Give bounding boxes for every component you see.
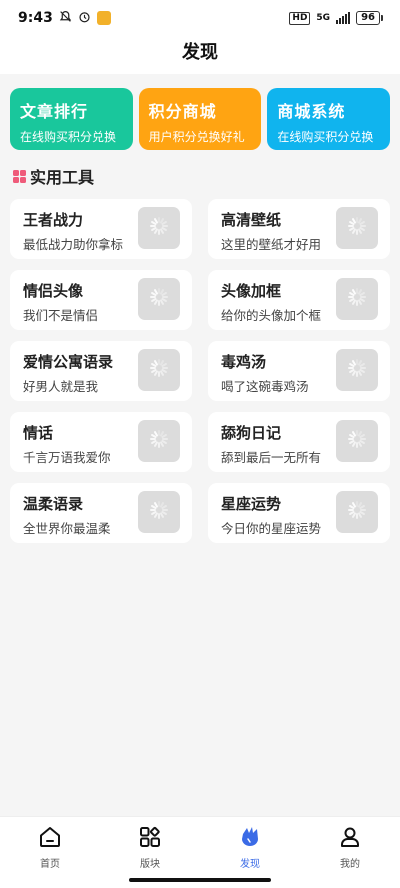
tool-thumbnail xyxy=(336,207,378,249)
tool-thumbnail xyxy=(336,491,378,533)
banner-title: 积分商城 xyxy=(148,102,217,121)
hd-badge: HD xyxy=(289,11,311,25)
tab-home[interactable]: 首页 xyxy=(0,817,100,888)
mute-bell-icon xyxy=(59,10,72,26)
tool-card[interactable]: 情侣头像 我们不是情侣 xyxy=(10,270,192,330)
banner-title: 商城系统 xyxy=(277,102,346,121)
tool-thumbnail xyxy=(138,420,180,462)
bottom-tab-bar: 首页 版块 发现 我的 xyxy=(0,816,400,888)
section-header: 实用工具 xyxy=(0,150,400,188)
tool-card[interactable]: 毒鸡汤 喝了这碗毒鸡汤 xyxy=(208,341,390,401)
tab-label: 我的 xyxy=(340,859,360,870)
tool-thumbnail xyxy=(336,349,378,391)
loading-spinner-icon xyxy=(148,499,170,525)
tab-label: 版块 xyxy=(140,859,160,870)
profile-icon xyxy=(338,825,362,853)
loading-spinner-icon xyxy=(148,215,170,241)
banner-subtitle: 在线购买积分兑换 xyxy=(20,130,117,144)
status-bar: 9:43 HD 5G 96 xyxy=(0,0,400,36)
tool-thumbnail xyxy=(138,349,180,391)
tool-thumbnail xyxy=(336,420,378,462)
loading-spinner-icon xyxy=(346,428,368,454)
signal-icon xyxy=(336,12,351,24)
home-icon xyxy=(38,825,62,853)
tool-card[interactable]: 舔狗日记 舔到最后一无所有 xyxy=(208,412,390,472)
tool-card[interactable]: 头像加框 给你的头像加个框 xyxy=(208,270,390,330)
section-title: 实用工具 xyxy=(30,168,95,187)
tool-card[interactable]: 王者战力 最低战力助你拿标 xyxy=(10,199,192,259)
banner-title: 文章排行 xyxy=(20,102,89,121)
tool-card[interactable]: 情话 千言万语我爱你 xyxy=(10,412,192,472)
banner-mall-system[interactable]: 商城系统 在线购买积分兑换 xyxy=(267,88,391,150)
loading-spinner-icon xyxy=(148,428,170,454)
tool-card[interactable]: 高清壁纸 这里的壁纸才好用 xyxy=(208,199,390,259)
tool-card[interactable]: 爱情公寓语录 好男人就是我 xyxy=(10,341,192,401)
banner-subtitle: 用户积分兑换好礼 xyxy=(148,130,245,144)
loading-spinner-icon xyxy=(346,499,368,525)
tool-thumbnail xyxy=(138,207,180,249)
loading-spinner-icon xyxy=(148,286,170,312)
discover-icon xyxy=(238,825,262,853)
tool-card[interactable]: 星座运势 今日你的星座运势 xyxy=(208,483,390,543)
tool-thumbnail xyxy=(138,278,180,320)
network-type: 5G xyxy=(316,12,331,23)
loading-spinner-icon xyxy=(148,357,170,383)
tab-profile[interactable]: 我的 xyxy=(300,817,400,888)
tab-label: 发现 xyxy=(240,859,260,870)
loading-spinner-icon xyxy=(346,215,368,241)
tool-thumbnail xyxy=(336,278,378,320)
loading-spinner-icon xyxy=(346,286,368,312)
blocks-icon xyxy=(138,825,162,853)
loading-spinner-icon xyxy=(346,357,368,383)
tools-grid: 王者战力 最低战力助你拿标 高清壁纸 这里的壁纸才好用 情侣头像 我们不是情侣 头像加框 给你… xyxy=(0,188,400,543)
status-time: 9:43 xyxy=(18,10,53,26)
banner-subtitle: 在线购买积分兑换 xyxy=(277,130,374,144)
tool-card[interactable]: 温柔语录 全世界你最温柔 xyxy=(10,483,192,543)
banner-points-mall[interactable]: 积分商城 用户积分兑换好礼 xyxy=(138,88,262,150)
battery-indicator: 96 xyxy=(356,11,383,25)
tab-label: 首页 xyxy=(40,859,60,870)
grid-icon xyxy=(13,169,26,183)
app-notification-icon xyxy=(96,11,111,25)
banner-article-ranking[interactable]: 文章排行 在线购买积分兑换 xyxy=(10,88,133,150)
home-indicator xyxy=(129,878,271,882)
tool-thumbnail xyxy=(138,491,180,533)
alarm-icon xyxy=(78,10,91,26)
banner-row: 文章排行 在线购买积分兑换 积分商城 用户积分兑换好礼 商城系统 在线购买积分兑… xyxy=(0,74,400,150)
page-title: 发现 xyxy=(0,36,400,74)
